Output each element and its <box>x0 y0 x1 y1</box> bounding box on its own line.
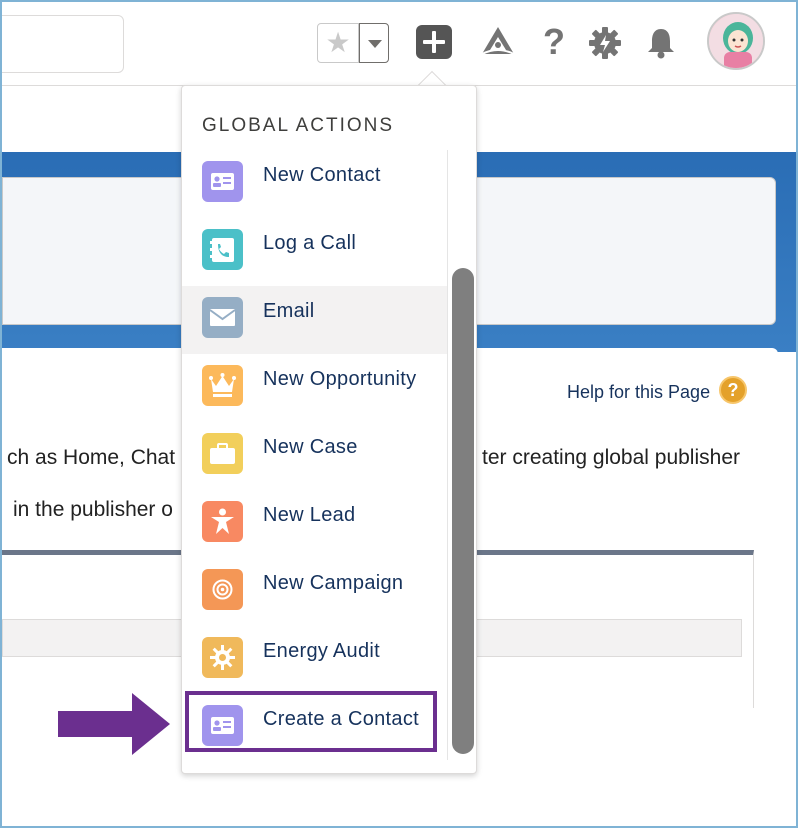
body-text-line1-right: ter creating global publisher <box>482 446 740 469</box>
menu-item-label: Energy Audit <box>263 640 381 662</box>
menu-item-new-lead[interactable]: New Lead <box>182 490 447 558</box>
menu-item-label: New Lead <box>263 504 356 526</box>
trailhead-icon[interactable] <box>479 24 515 60</box>
menu-scroll-divider <box>447 150 448 760</box>
favorites-dropdown-button[interactable] <box>359 23 389 63</box>
favorites-group: ★ <box>317 23 389 63</box>
menu-item-label: Email <box>263 300 315 322</box>
menu-item-new-opportunity[interactable]: New Opportunity <box>182 354 447 422</box>
menu-item-log-a-call[interactable]: Log a Call <box>182 218 447 286</box>
lead-person-icon <box>202 501 243 542</box>
highlight-box-create-a-contact <box>185 691 437 752</box>
help-for-this-page-link[interactable]: Help for this Page <box>567 382 710 403</box>
menu-item-email[interactable]: Email <box>182 286 447 354</box>
menu-item-energy-audit[interactable]: Energy Audit <box>182 626 447 694</box>
callout-arrow-icon <box>58 693 170 755</box>
setup-gear-icon[interactable] <box>588 26 624 62</box>
contact-card-icon <box>202 161 243 202</box>
global-header: ★ ? <box>2 2 796 86</box>
chevron-down-icon <box>368 40 382 48</box>
avatar[interactable] <box>707 12 765 70</box>
log-call-icon <box>202 229 243 270</box>
menu-item-label: New Contact <box>263 164 381 186</box>
menu-scrollbar[interactable] <box>452 268 474 754</box>
menu-item-new-case[interactable]: New Case <box>182 422 447 490</box>
body-text-line1-left: ch as Home, Chat <box>7 446 176 469</box>
global-actions-heading: GLOBAL ACTIONS <box>202 115 395 136</box>
menu-item-new-campaign[interactable]: New Campaign <box>182 558 447 626</box>
briefcase-icon <box>202 433 243 474</box>
global-actions-menu: GLOBAL ACTIONS New Contact Log a Call Em… <box>181 85 477 774</box>
screenshot-frame: ★ ? Help for this Page ? ch as Home, Cha… <box>0 0 798 828</box>
crown-icon <box>202 365 243 406</box>
email-icon <box>202 297 243 338</box>
star-icon[interactable]: ★ <box>317 23 359 63</box>
help-question-icon[interactable]: ? <box>719 376 747 404</box>
global-search-input[interactable] <box>2 15 124 73</box>
gear-icon <box>202 637 243 678</box>
menu-item-label: Log a Call <box>263 232 357 254</box>
help-icon[interactable]: ? <box>536 24 572 60</box>
menu-item-label: New Campaign <box>263 572 404 594</box>
bell-icon[interactable] <box>644 26 680 62</box>
global-actions-plus-button[interactable] <box>416 25 452 59</box>
menu-item-label: New Case <box>263 436 358 458</box>
menu-item-label: New Opportunity <box>263 368 417 390</box>
menu-item-new-contact[interactable]: New Contact <box>182 150 447 218</box>
target-icon <box>202 569 243 610</box>
body-text-line2: in the publisher o <box>13 498 173 521</box>
